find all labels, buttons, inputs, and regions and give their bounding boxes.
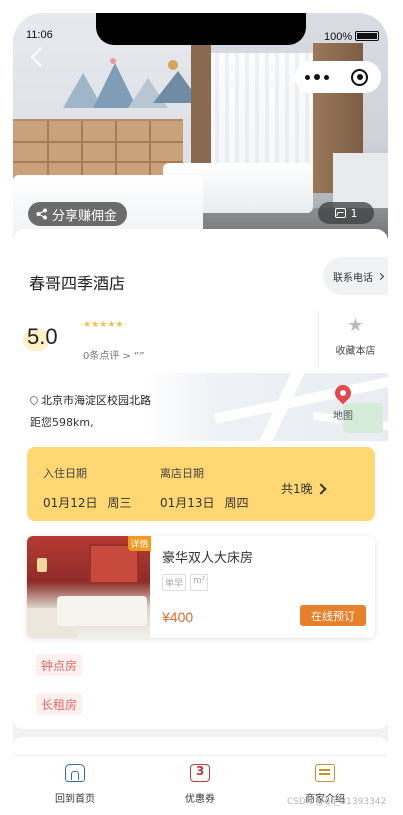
favorite-button[interactable]: ★ 收藏本店 [323,315,388,358]
watermark: CSDN @qq_31393342 [287,797,387,807]
hourly-room-tag[interactable]: 钟点房 [36,654,83,676]
date-picker[interactable]: 入住日期 01月12日 周三 离店日期 01月13日 周四 共1晚 [27,447,375,521]
room-image[interactable] [27,536,150,638]
star-icon: ★ [347,315,364,336]
room-price: ¥400 [162,609,194,625]
more-icon[interactable] [295,61,338,93]
room-tag: m² [190,574,209,591]
tab-home-label: 回到首页 [55,794,95,805]
hotel-address: 北京市海淀区校园北路 [28,392,151,408]
device-notch [96,13,306,45]
checkout-date[interactable]: 离店日期 01月13日 周四 [160,465,249,511]
store-intro-icon [315,764,335,782]
hotel-name: 春哥四季酒店 [29,274,126,293]
room-card[interactable]: 详情 豪华双人大床房 单早 m² ¥400 在线预订 [27,536,375,638]
wall-mural [63,58,201,108]
photo-count: 1 [350,206,358,220]
room-title: 豪华双人大床房 [162,551,254,566]
room-tag: 单早 [162,574,187,591]
location-pin-icon [28,394,40,406]
checkout-day: 01月13日 [160,496,215,510]
photo-icon [334,208,346,218]
checkout-label: 离店日期 [160,467,204,480]
contact-phone-button[interactable]: 联系电话 [323,257,388,295]
long-stay-tag[interactable]: 长租房 [36,693,83,715]
room-detail-tag[interactable]: 详情 [128,536,151,551]
book-online-button[interactable]: 在线预订 [300,605,366,626]
checkin-date[interactable]: 入住日期 01月12日 周三 [43,465,132,511]
chevron-right-icon [314,482,327,495]
share-icon [36,208,47,220]
rating-row: 5.0 ★★★★★ 0条点评 > “” ★ 收藏本店 [13,311,388,371]
share-label: 分享赚佣金 [52,208,118,224]
coupon-icon [190,764,210,782]
map-pin-icon [331,381,355,405]
photo-count-badge[interactable]: 1 [318,202,374,224]
headboard [13,119,183,181]
hotel-distance: 距您598km, [30,416,94,429]
room-tags: 单早 m² [162,574,209,591]
checkin-label: 入住日期 [43,467,87,480]
tab-home[interactable]: 回到首页 [35,764,115,805]
status-time: 11:06 [26,29,53,41]
favorite-label: 收藏本店 [335,346,376,357]
checkin-day: 01月12日 [43,496,98,510]
home-icon [65,764,85,782]
map-label: 地图 [333,411,353,422]
battery-icon [355,31,379,41]
tab-coupons[interactable]: 优惠券 [160,764,240,805]
back-arrow-icon[interactable] [25,45,49,69]
checkout-weekday: 周四 [224,496,249,510]
tab-coupons-label: 优惠券 [185,794,215,805]
close-miniprogram-icon[interactable] [338,61,381,93]
hotel-info-card: 春哥四季酒店 联系电话 5.0 ★★★★★ 0条点评 > “” ★ 收藏本店 北… [13,229,388,729]
location-section[interactable]: 北京市海淀区校园北路 距您598km, 地图 [13,373,388,441]
contact-label: 联系电话 [333,272,373,284]
chevron-right-icon [376,272,385,280]
checkin-weekday: 周三 [107,496,132,510]
battery-percent: 100% [324,31,353,43]
nights-count[interactable]: 共1晚 [281,480,327,497]
rating-stars: ★★★★★ [83,320,124,330]
miniprogram-capsule [295,61,381,93]
reviews-link[interactable]: 0条点评 > “” [83,347,144,362]
share-earn-button[interactable]: 分享赚佣金 [28,202,128,226]
map-button[interactable]: 地图 [323,381,363,422]
rating-score: 5.0 [27,324,58,349]
phone-screen: 11:06 100% 分享赚佣金 1 春哥四季酒店 联系电话 5.0 ★★★★★… [13,13,388,808]
